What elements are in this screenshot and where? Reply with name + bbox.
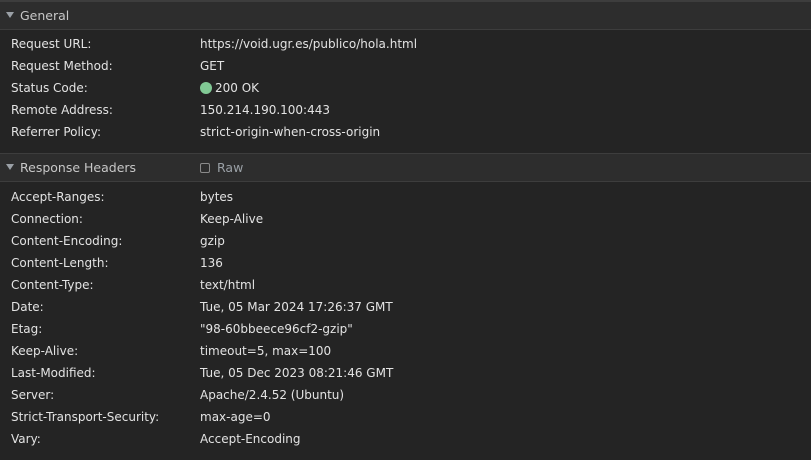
header-value: bytes [200,190,234,204]
response-row-accept-ranges: Accept-Ranges: bytes [0,186,811,208]
header-key: Accept-Ranges: [11,190,105,204]
response-headers-section-title: Response Headers [20,160,137,175]
response-row-etag: Etag: "98-60bbeece96cf2-gzip" [0,318,811,340]
status-text: 200 OK [215,81,260,95]
response-row-vary: Vary: Accept-Encoding [0,428,811,450]
header-value: gzip [200,234,225,248]
header-value: Tue, 05 Dec 2023 08:21:46 GMT [200,366,394,380]
response-headers-section-header[interactable]: Response Headers Raw [0,154,811,182]
raw-checkbox-label[interactable]: Raw [217,160,243,176]
header-value: "98-60bbeece96cf2-gzip" [200,322,353,336]
response-row-server: Server: Apache/2.4.52 (Ubuntu) [0,384,811,406]
header-value: max-age=0 [200,410,271,424]
header-key: Connection: [11,212,83,226]
header-key: Content-Length: [11,256,109,270]
header-value: https://void.ugr.es/publico/hola.html [200,37,418,51]
header-value: GET [200,59,225,73]
general-row-remote-address: Remote Address: 150.214.190.100:443 [0,99,811,121]
response-row-content-length: Content-Length: 136 [0,252,811,274]
collapse-triangle-icon[interactable] [6,12,14,18]
response-row-strict-transport-security: Strict-Transport-Security: max-age=0 [0,406,811,428]
header-key: Keep-Alive: [11,344,79,358]
response-row-content-type: Content-Type: text/html [0,274,811,296]
response-row-content-encoding: Content-Encoding: gzip [0,230,811,252]
header-key: Request URL: [11,37,92,51]
general-row-referrer-policy: Referrer Policy: strict-origin-when-cros… [0,121,811,143]
header-key: Server: [11,388,55,402]
header-key: Vary: [11,432,41,446]
general-section-title: General [20,8,70,23]
header-key: Content-Encoding: [11,234,123,248]
general-row-request-url: Request URL: https://void.ugr.es/publico… [0,33,811,55]
status-value: 200 OK [200,80,259,96]
general-row-request-method: Request Method: GET [0,55,811,77]
header-key: Last-Modified: [11,366,96,380]
response-row-connection: Connection: Keep-Alive [0,208,811,230]
header-value: strict-origin-when-cross-origin [200,125,381,139]
header-key: Request Method: [11,59,113,73]
collapse-triangle-icon[interactable] [6,164,14,170]
header-key: Content-Type: [11,278,94,292]
header-key: Strict-Transport-Security: [11,410,160,424]
header-key: Etag: [11,322,43,336]
checkbox-icon[interactable] [200,163,210,173]
header-value: 136 [200,256,223,270]
header-key: Remote Address: [11,103,113,117]
status-dot-icon [200,82,212,94]
header-value: Accept-Encoding [200,432,301,446]
header-key: Status Code: [11,81,88,95]
header-key: Date: [11,300,44,314]
header-value: text/html [200,278,256,292]
response-row-date: Date: Tue, 05 Mar 2024 17:26:37 GMT [0,296,811,318]
header-value: timeout=5, max=100 [200,344,332,358]
header-value: Apache/2.4.52 (Ubuntu) [200,388,345,402]
response-row-keep-alive: Keep-Alive: timeout=5, max=100 [0,340,811,362]
response-row-last-modified: Last-Modified: Tue, 05 Dec 2023 08:21:46… [0,362,811,384]
general-row-status-code: Status Code: 200 OK [0,77,811,99]
header-key: Referrer Policy: [11,125,101,139]
header-value: Tue, 05 Mar 2024 17:26:37 GMT [200,300,393,314]
header-value: 150.214.190.100:443 [200,103,331,117]
general-section-header[interactable]: General [0,2,811,30]
header-value: Keep-Alive [200,212,264,226]
